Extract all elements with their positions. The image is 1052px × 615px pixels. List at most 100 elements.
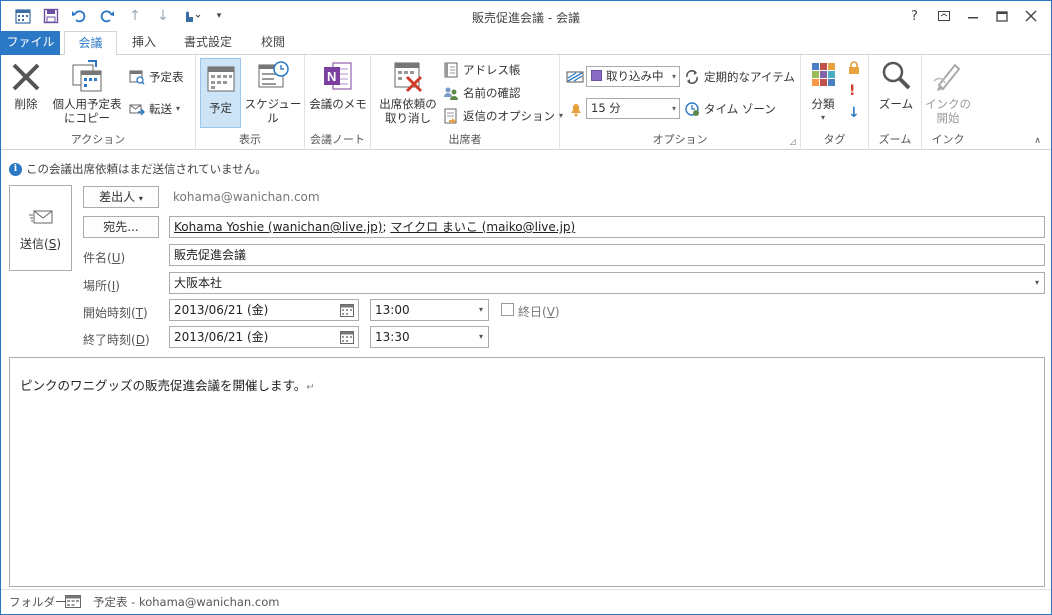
info-bar: i この会議出席依頼はまだ送信されていません。: [9, 161, 267, 177]
zoom-button[interactable]: ズーム: [873, 59, 919, 111]
zoom-label: ズーム: [878, 97, 914, 111]
end-time-value: 13:30: [375, 330, 410, 344]
time-zones-icon: [684, 101, 700, 117]
date-picker-icon[interactable]: [340, 330, 354, 347]
folder-calendar-icon: [65, 594, 81, 611]
tags-group-label: タグ: [823, 133, 846, 146]
calendar-button[interactable]: 予定表: [129, 67, 184, 87]
cancel-invitation-button[interactable]: 出席依頼の 取り消し: [375, 59, 441, 125]
end-date-value: 2013/06/21 (金): [174, 330, 269, 344]
folder-value: 予定表 - kohama@wanichan.com: [93, 595, 280, 609]
forward-dropdown-icon: ▾: [176, 104, 181, 113]
group-actions: 削除 個人用予定表 にコピー 予定表 転送 ▾ アクション: [1, 55, 196, 150]
group-options: 取り込み中 ▾ 定期的なアイテム 15 分 ▾ タイム ゾーン ◿ オプション: [560, 55, 801, 150]
group-attendees: 出席依頼の 取り消し アドレス帳 名前の確認 返信のオプション ▾ 出席者: [371, 55, 563, 150]
response-options-button[interactable]: 返信のオプション ▾: [443, 106, 563, 126]
tab-review[interactable]: 校閲: [247, 31, 299, 55]
copy-to-calendar-button[interactable]: 個人用予定表 にコピー: [47, 59, 127, 125]
to-recipient[interactable]: マイクロ まいこ (maiko@live.jp): [390, 220, 575, 234]
from-button-label: 差出人: [99, 190, 136, 204]
start-date-value: 2013/06/21 (金): [174, 303, 269, 317]
start-date-field[interactable]: 2013/06/21 (金): [169, 299, 359, 321]
categorize-icon: [806, 59, 840, 93]
meeting-notes-button[interactable]: N 会議のメモ: [309, 59, 367, 111]
delete-label: 削除: [14, 97, 38, 111]
cancel-label-line1: 出席依頼の: [379, 97, 437, 111]
to-recipient[interactable]: Kohama Yoshie (wanichan@live.jp): [174, 220, 382, 234]
tab-meeting[interactable]: 会議: [64, 31, 117, 56]
send-label: 送信: [19, 237, 44, 251]
tab-format[interactable]: 書式設定: [175, 31, 241, 55]
recurrence-button[interactable]: 定期的なアイテム: [684, 67, 795, 87]
all-day-checkbox[interactable]: [501, 303, 514, 316]
appointment-view-button[interactable]: 予定: [200, 58, 241, 128]
group-tags: 分類 ▾ ! ↓ タグ: [801, 55, 869, 150]
location-dropdown-icon[interactable]: ▾: [1035, 273, 1039, 293]
subject-field[interactable]: 販売促進会議: [169, 244, 1045, 266]
start-time-dropdown-icon: ▾: [478, 305, 483, 314]
from-button[interactable]: 差出人 ▾: [83, 186, 159, 208]
appointment-label: 予定: [209, 101, 232, 115]
start-time-label: 開始時刻(T): [83, 306, 148, 320]
start-inking-button[interactable]: インクの 開始: [924, 59, 972, 125]
pen-icon: [931, 59, 965, 93]
zoom-group-label: ズーム: [878, 133, 912, 146]
message-body-text: ピンクのワニグッズの販売促進会議を開催します。↵: [20, 378, 315, 393]
private-button[interactable]: [847, 61, 861, 78]
from-value: kohama@wanichan.com: [173, 190, 320, 204]
delete-button[interactable]: 削除: [7, 59, 45, 111]
start-time-select[interactable]: 13:00 ▾: [370, 299, 489, 321]
check-names-button[interactable]: 名前の確認: [443, 83, 521, 103]
close-button[interactable]: [1016, 5, 1045, 27]
onenote-icon: N: [321, 59, 355, 93]
show-as-value: 取り込み中: [606, 69, 664, 83]
end-date-field[interactable]: 2013/06/21 (金): [169, 326, 359, 348]
scheduling-icon: [256, 59, 290, 93]
location-field[interactable]: 大阪本社 ▾: [169, 272, 1045, 294]
options-group-label: オプション: [652, 133, 708, 146]
attendees-group-label: 出席者: [448, 133, 482, 146]
reminder-value: 15 分: [591, 101, 621, 115]
show-as-select[interactable]: 取り込み中 ▾: [586, 66, 680, 87]
address-book-button[interactable]: アドレス帳: [443, 60, 521, 80]
start-time-value: 13:00: [375, 303, 410, 317]
time-zones-label: タイム ゾーン: [704, 102, 776, 116]
categorize-label: 分類: [811, 97, 835, 111]
title-bar: ↑ ↓ ▾ 販売促進会議 - 会議 ?: [1, 1, 1051, 31]
address-book-label: アドレス帳: [463, 63, 521, 77]
tab-insert[interactable]: 挿入: [119, 31, 169, 55]
copy-label-line2: にコピー: [64, 111, 110, 125]
end-time-dropdown-icon: ▾: [478, 332, 483, 341]
location-label: 場所(I): [83, 279, 120, 293]
to-button[interactable]: 宛先...: [83, 216, 159, 238]
time-zones-button[interactable]: タイム ゾーン: [684, 99, 776, 119]
window-title: 販売促進会議 - 会議: [472, 11, 580, 25]
date-picker-icon[interactable]: [340, 303, 354, 320]
tab-file[interactable]: ファイル: [1, 31, 60, 55]
all-day-label: 終日(V): [518, 305, 560, 319]
forward-button[interactable]: 転送 ▾: [129, 99, 180, 119]
to-field[interactable]: Kohama Yoshie (wanichan@live.jp); マイクロ ま…: [169, 216, 1045, 238]
end-time-select[interactable]: 13:30 ▾: [370, 326, 489, 348]
scheduling-label: スケジュール: [244, 97, 302, 125]
reminder-bell-icon: [568, 101, 584, 117]
minimize-button[interactable]: [958, 5, 987, 27]
low-importance-icon[interactable]: ↓: [848, 105, 860, 121]
check-names-label: 名前の確認: [463, 86, 521, 100]
categorize-button[interactable]: 分類 ▾: [803, 59, 843, 125]
high-importance-icon[interactable]: !: [849, 83, 855, 99]
scheduling-view-button[interactable]: スケジュール: [243, 59, 303, 125]
group-zoom: ズーム ズーム: [869, 55, 922, 150]
categorize-dropdown-icon: ▾: [820, 113, 825, 122]
folder-label: フォルダー: [9, 595, 67, 609]
send-button[interactable]: 送信(S): [9, 185, 72, 271]
ribbon-display-button[interactable]: [929, 5, 958, 27]
maximize-button[interactable]: [987, 5, 1016, 27]
help-button[interactable]: ?: [900, 5, 929, 27]
address-book-icon: [443, 62, 459, 78]
reminder-select[interactable]: 15 分 ▾: [586, 98, 680, 119]
message-body[interactable]: ピンクのワニグッズの販売促進会議を開催します。↵: [9, 357, 1045, 587]
appointment-icon: [204, 63, 238, 97]
forward-label: 転送: [149, 102, 172, 116]
collapse-ribbon-icon[interactable]: ∧: [1034, 136, 1041, 146]
